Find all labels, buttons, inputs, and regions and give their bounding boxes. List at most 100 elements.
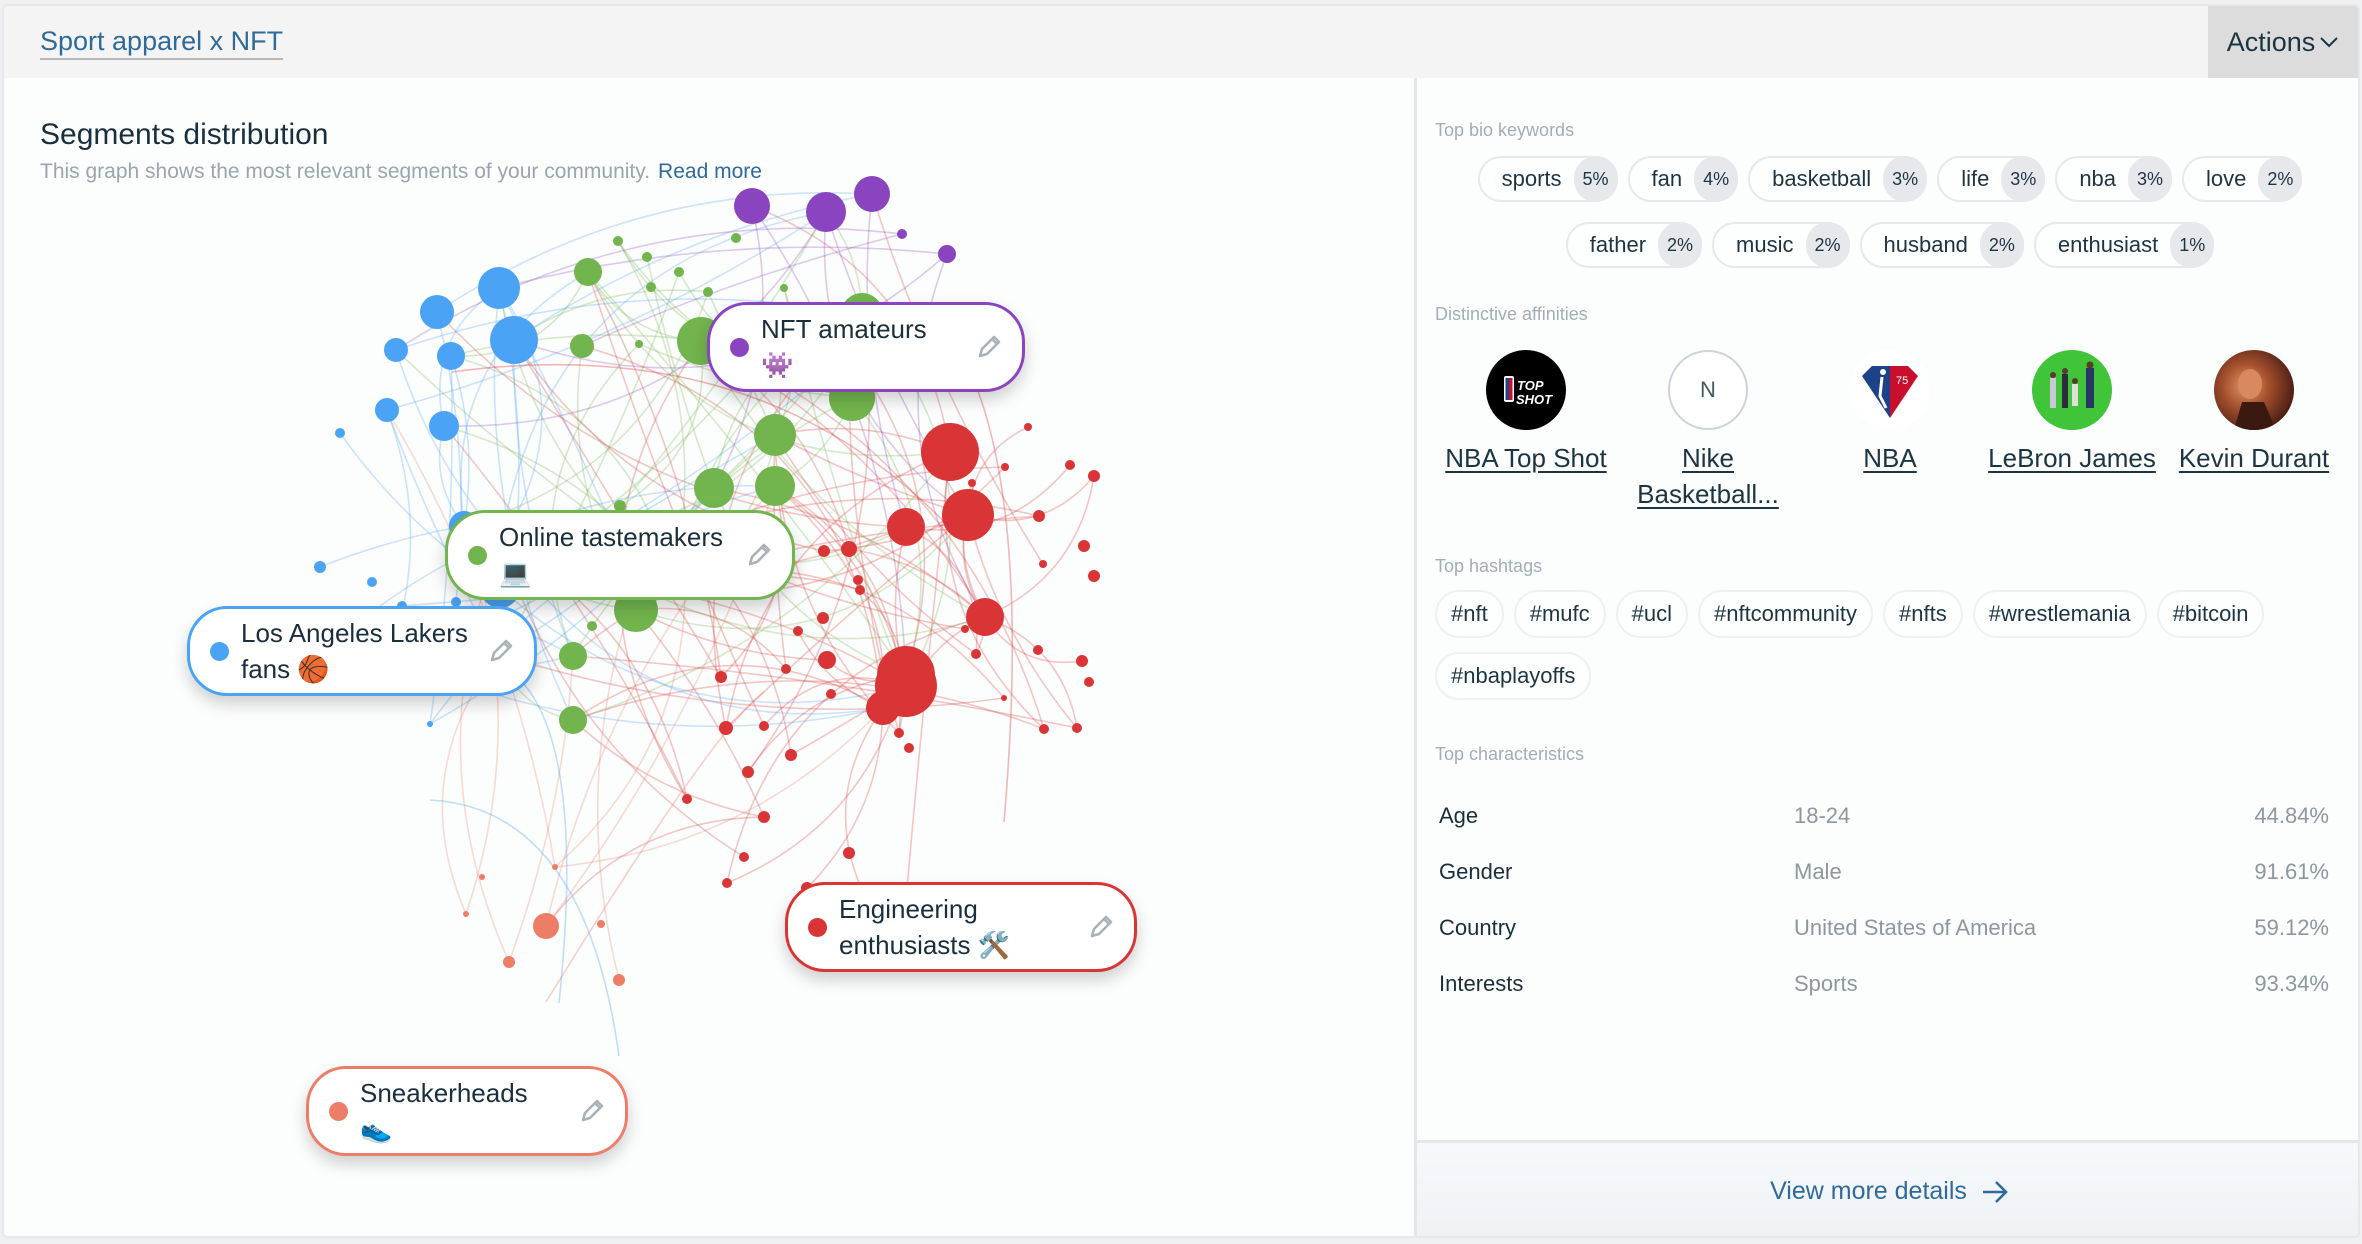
graph-node-nft[interactable] <box>734 188 770 224</box>
graph-node-engineering[interactable] <box>682 794 692 804</box>
keyword-chip-father[interactable]: father 2% <box>1565 222 1703 268</box>
graph-node-tastemakers[interactable] <box>731 233 741 243</box>
graph-node-engineering[interactable] <box>1033 510 1045 522</box>
affinity-nba[interactable]: 75 NBA <box>1801 350 1979 512</box>
graph-node-engineering[interactable] <box>1001 695 1007 701</box>
graph-node-sneakerheads[interactable] <box>533 913 559 939</box>
graph-node-engineering[interactable] <box>966 598 1004 636</box>
graph-node-sneakerheads[interactable] <box>479 874 485 880</box>
hashtag-chip[interactable]: #mufc <box>1513 590 1606 638</box>
graph-node-tastemakers[interactable] <box>559 706 587 734</box>
affinity-kevin-durant[interactable]: Kevin Durant <box>2165 350 2343 512</box>
graph-node-tastemakers[interactable] <box>674 267 684 277</box>
graph-node-nft[interactable] <box>897 229 907 239</box>
graph-node-engineering[interactable] <box>1039 560 1047 568</box>
graph-node-engineering[interactable] <box>826 689 836 699</box>
segment-label-online-tastemakers[interactable]: Online tastemakers 💻 <box>445 510 795 600</box>
graph-node-nft[interactable] <box>806 192 846 232</box>
graph-node-tastemakers[interactable] <box>642 252 652 262</box>
pencil-edit-icon[interactable] <box>486 636 516 666</box>
graph-node-engineering[interactable] <box>1024 423 1032 431</box>
pencil-edit-icon[interactable] <box>577 1096 607 1126</box>
graph-node-tastemakers[interactable] <box>574 258 602 286</box>
graph-node-tastemakers[interactable] <box>635 340 643 348</box>
graph-node-engineering[interactable] <box>1078 540 1090 552</box>
graph-node-nft[interactable] <box>854 176 890 212</box>
graph-node-engineering[interactable] <box>818 651 836 669</box>
graph-node-engineering[interactable] <box>853 575 863 585</box>
graph-node-tastemakers[interactable] <box>613 236 623 246</box>
graph-node-engineering[interactable] <box>1088 470 1100 482</box>
graph-node-engineering[interactable] <box>894 728 904 738</box>
graph-node-engineering[interactable] <box>1072 723 1082 733</box>
graph-node-lakers[interactable] <box>478 267 520 309</box>
hashtag-chip[interactable]: #nft <box>1435 590 1504 638</box>
graph-node-lakers[interactable] <box>429 411 459 441</box>
graph-node-engineering[interactable] <box>887 508 925 546</box>
graph-node-engineering[interactable] <box>758 811 770 823</box>
hashtag-chip[interactable]: #nbaplayoffs <box>1435 652 1592 700</box>
graph-node-engineering[interactable] <box>942 489 994 541</box>
graph-node-engineering[interactable] <box>1084 677 1094 687</box>
graph-node-engineering[interactable] <box>841 541 857 557</box>
graph-node-engineering[interactable] <box>742 766 754 778</box>
affinity-nike-basketball[interactable]: N Nike Basketball... <box>1619 350 1797 512</box>
keyword-chip-husband[interactable]: husband 2% <box>1859 222 2024 268</box>
keyword-chip-sports[interactable]: sports 5% <box>1477 156 1618 202</box>
graph-node-engineering[interactable] <box>961 625 969 633</box>
segment-label-engineering-enthusiasts[interactable]: Engineering enthusiasts 🛠️ <box>785 882 1137 972</box>
graph-node-engineering[interactable] <box>1001 463 1009 471</box>
graph-node-engineering[interactable] <box>1039 724 1049 734</box>
graph-node-tastemakers[interactable] <box>646 282 656 292</box>
graph-node-sneakerheads[interactable] <box>597 920 605 928</box>
graph-node-engineering[interactable] <box>759 721 769 731</box>
keyword-chip-fan[interactable]: fan 4% <box>1627 156 1739 202</box>
graph-node-nft[interactable] <box>938 245 956 263</box>
graph-node-tastemakers[interactable] <box>703 287 713 297</box>
graph-node-tastemakers[interactable] <box>570 334 594 358</box>
graph-node-engineering[interactable] <box>855 585 865 595</box>
graph-node-engineering[interactable] <box>968 479 976 487</box>
graph-node-engineering[interactable] <box>1065 460 1075 470</box>
graph-node-engineering[interactable] <box>1076 655 1088 667</box>
graph-node-sneakerheads[interactable] <box>503 956 515 968</box>
graph-node-lakers[interactable] <box>367 577 377 587</box>
graph-node-lakers[interactable] <box>420 295 454 329</box>
graph-node-lakers[interactable] <box>314 561 326 573</box>
graph-node-tastemakers[interactable] <box>754 414 796 456</box>
graph-node-engineering[interactable] <box>866 691 900 725</box>
read-more-link[interactable]: Read more <box>658 160 762 183</box>
project-title-link[interactable]: Sport apparel x NFT <box>40 26 284 60</box>
segment-label-los-angeles-lakers-fans[interactable]: Los Angeles Lakers fans 🏀 <box>187 606 537 696</box>
keyword-chip-nba[interactable]: nba 3% <box>2055 156 2173 202</box>
affinity-nba-top-shot[interactable]: TOP SHOT NBA Top Shot <box>1437 350 1615 512</box>
graph-node-engineering[interactable] <box>785 749 797 761</box>
keyword-chip-enthusiast[interactable]: enthusiast 1% <box>2033 222 2215 268</box>
graph-node-lakers[interactable] <box>490 316 538 364</box>
graph-node-sneakerheads[interactable] <box>613 974 625 986</box>
keyword-chip-life[interactable]: life 3% <box>1937 156 2046 202</box>
hashtag-chip[interactable]: #bitcoin <box>2156 590 2265 638</box>
graph-node-tastemakers[interactable] <box>694 468 734 508</box>
graph-node-engineering[interactable] <box>817 612 829 624</box>
hashtag-chip[interactable]: #wrestlemania <box>1972 590 2147 638</box>
hashtag-chip[interactable]: #nfts <box>1883 590 1963 638</box>
graph-node-engineering[interactable] <box>1088 570 1100 582</box>
graph-node-engineering[interactable] <box>904 743 914 753</box>
graph-node-engineering[interactable] <box>739 852 749 862</box>
hashtag-chip[interactable]: #nftcommunity <box>1697 590 1874 638</box>
graph-node-engineering[interactable] <box>722 878 732 888</box>
graph-node-engineering[interactable] <box>921 423 979 481</box>
graph-node-engineering[interactable] <box>1033 645 1043 655</box>
segment-label-sneakerheads[interactable]: Sneakerheads 👟 <box>306 1066 628 1156</box>
graph-node-tastemakers[interactable] <box>755 466 795 506</box>
affinity-lebron-james[interactable]: LeBron James <box>1983 350 2161 512</box>
graph-node-lakers[interactable] <box>427 721 433 727</box>
graph-node-tastemakers[interactable] <box>587 621 597 631</box>
graph-node-sneakerheads[interactable] <box>552 864 558 870</box>
hashtag-chip[interactable]: #ucl <box>1615 590 1688 638</box>
graph-node-engineering[interactable] <box>818 545 830 557</box>
graph-node-sneakerheads[interactable] <box>463 911 469 917</box>
segment-label-nft-amateurs[interactable]: NFT amateurs 👾 <box>707 302 1025 392</box>
pencil-edit-icon[interactable] <box>744 540 774 570</box>
